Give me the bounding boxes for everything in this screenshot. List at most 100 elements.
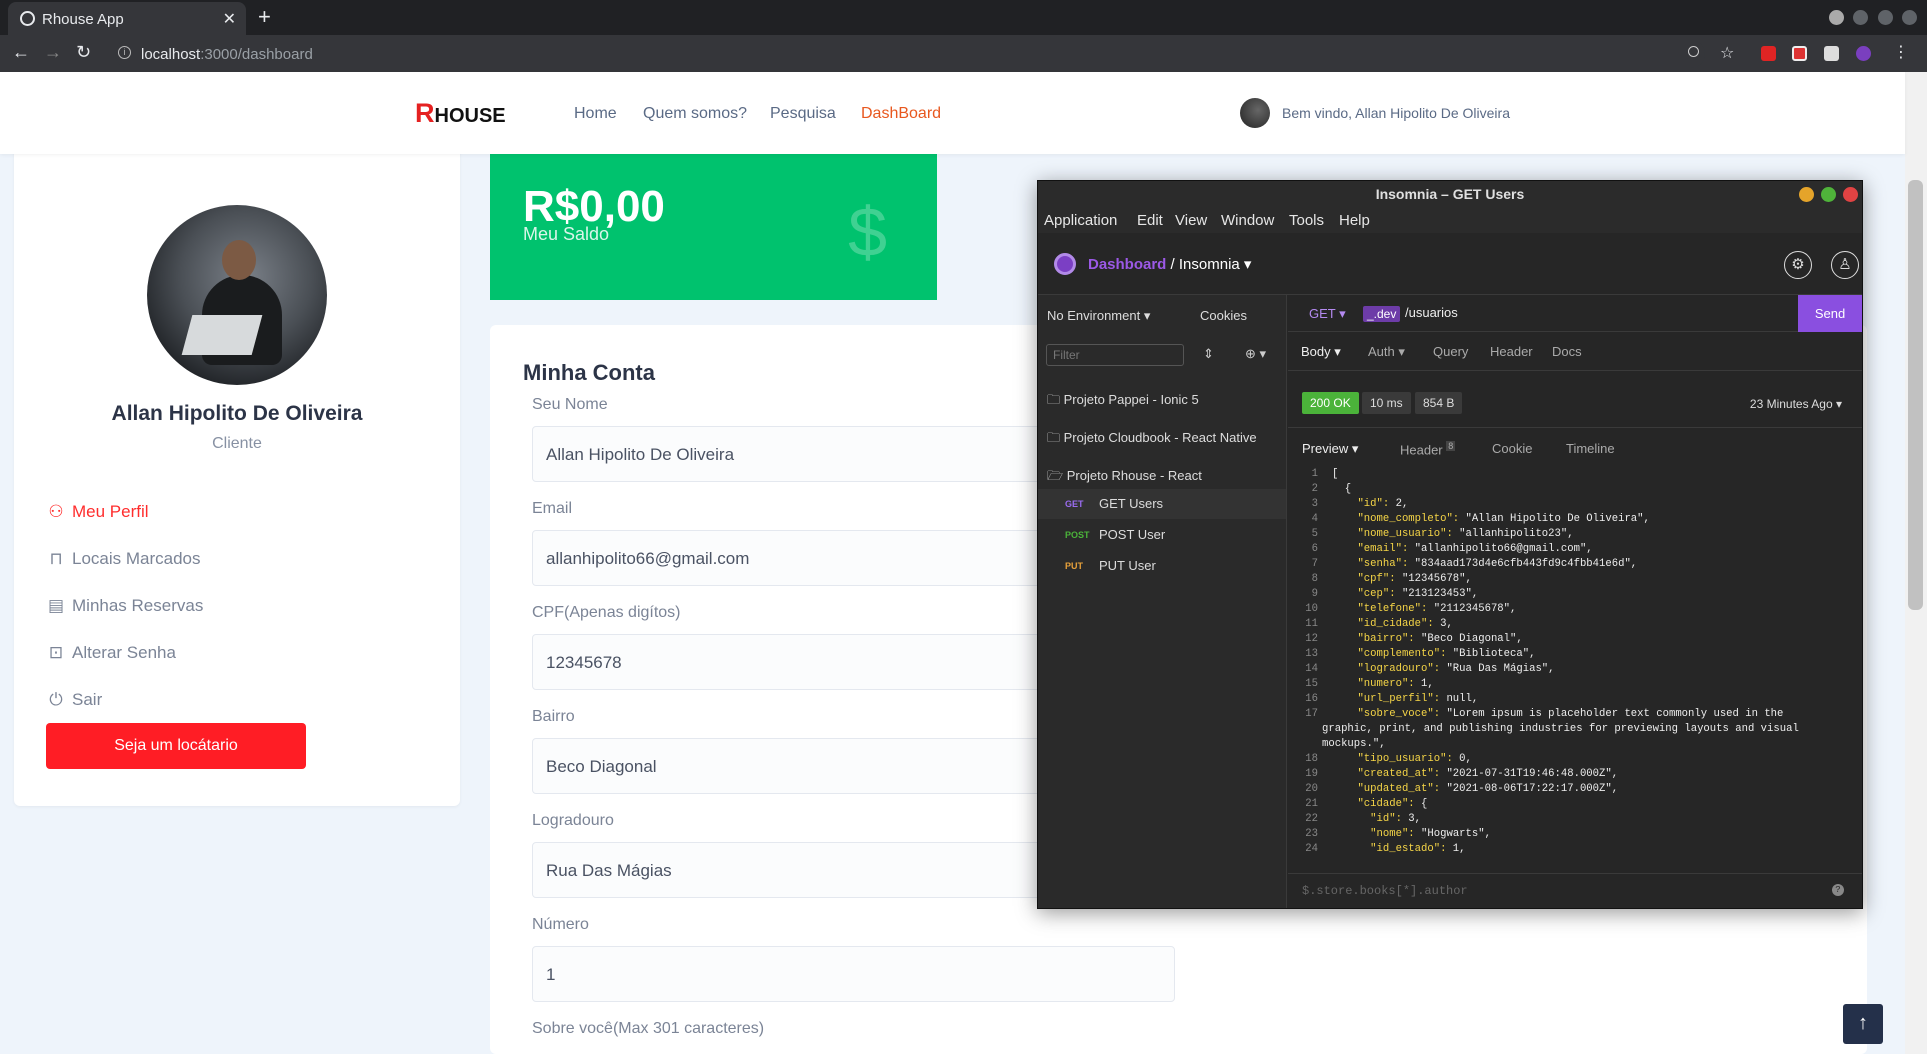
jsonpath-filter-input[interactable]: $.store.books[*].author? <box>1288 873 1862 908</box>
code-line: "id": 2, <box>1357 498 1409 510</box>
minimize-window-button[interactable] <box>1853 10 1868 25</box>
back-icon[interactable]: ← <box>12 42 30 63</box>
forward-icon[interactable]: → <box>44 42 62 63</box>
account-icon[interactable]: ♙ <box>1831 251 1859 279</box>
close-button[interactable] <box>1843 187 1858 202</box>
menu-item-logout[interactable]: ⏻ Sair <box>46 690 102 710</box>
cookies-button[interactable]: Cookies <box>1200 308 1247 323</box>
menu-tools[interactable]: Tools <box>1289 212 1324 229</box>
line-number: 6 <box>1311 543 1318 555</box>
menu-help[interactable]: Help <box>1339 212 1370 229</box>
request-get-users[interactable]: GET GET Users <box>1038 489 1286 519</box>
balance-card: R$0,00 Meu Saldo $ <box>490 152 937 300</box>
scrollbar-thumb[interactable] <box>1908 180 1923 610</box>
menu-item-reservations[interactable]: ▤ Minhas Reservas <box>46 596 203 616</box>
browser-tab[interactable]: Rhouse App ✕ <box>8 2 246 35</box>
profile-name: Allan Hipolito De Oliveira <box>111 402 363 425</box>
scroll-to-top-button[interactable]: ↑ <box>1843 1004 1883 1044</box>
tab-cookie[interactable]: Cookie <box>1492 441 1532 456</box>
nav-about[interactable]: Quem somos? <box>643 105 747 123</box>
folder-cloudbook[interactable]: 🗀 Projeto Cloudbook - React Native <box>1047 429 1257 451</box>
method-select[interactable]: GET ▾ <box>1309 306 1346 322</box>
code-line: "complemento": "Biblioteca", <box>1357 648 1536 660</box>
code-line: "sobre_voce": "Lorem ipsum is placeholde… <box>1357 708 1784 720</box>
tab-header[interactable]: Header <box>1490 344 1533 359</box>
sort-icon[interactable]: ⇕ <box>1203 346 1214 362</box>
star-icon[interactable]: ☆ <box>1720 43 1734 63</box>
nav-dashboard[interactable]: DashBoard <box>861 105 941 123</box>
youtube-extension-icon[interactable] <box>1761 46 1776 61</box>
url-host: localhost <box>141 46 201 63</box>
key-icon[interactable] <box>1688 46 1699 57</box>
folder-rhouse[interactable]: 🗁 Projeto Rhouse - React <box>1047 467 1202 489</box>
logradouro-label: Logradouro <box>532 812 614 829</box>
menu-item-profile[interactable]: ⚇ Meu Perfil <box>46 502 148 522</box>
tab-body[interactable]: Body ▾ <box>1301 344 1341 360</box>
extension-icon[interactable] <box>1792 46 1807 61</box>
tab-query[interactable]: Query <box>1433 344 1468 359</box>
request-url-bar[interactable]: GET ▾ _.dev /usuarios Send <box>1288 295 1862 332</box>
response-preview[interactable]: 1 [2 {3 "id": 2, 4 "nome_completo": "Allan… <box>1288 465 1862 868</box>
time-badge: 10 ms <box>1362 392 1411 414</box>
tab-response-header[interactable]: Header 8 <box>1400 441 1456 457</box>
become-renter-button[interactable]: Seja um locátario <box>46 723 306 769</box>
info-icon[interactable]: i <box>118 46 131 59</box>
add-request-icon[interactable]: ⊕ ▾ <box>1245 346 1266 362</box>
menu-item-change-password[interactable]: ⊡ Alterar Senha <box>46 643 176 663</box>
puzzle-icon[interactable] <box>1824 46 1839 61</box>
folder-pappei[interactable]: 🗀 Projeto Pappei - Ionic 5 <box>1047 391 1199 413</box>
new-tab-icon[interactable]: + <box>258 4 271 30</box>
close-window-button[interactable] <box>1902 10 1917 25</box>
address-bar[interactable]: i localhost:3000/dashboard <box>115 40 1705 68</box>
insomnia-menubar: Application Edit View Window Tools Help <box>1038 208 1862 233</box>
line-number: 18 <box>1305 753 1318 765</box>
globe-icon <box>20 11 35 26</box>
code-line: "numero": 1, <box>1357 678 1434 690</box>
kebab-menu-icon[interactable]: ⋮ <box>1893 42 1909 62</box>
profile-icon[interactable] <box>1856 46 1871 61</box>
code-line: "cep": "213123453", <box>1357 588 1479 600</box>
request-path[interactable]: /usuarios <box>1405 305 1458 320</box>
environment-select[interactable]: No Environment ▾ <box>1047 308 1150 324</box>
send-button[interactable]: Send <box>1798 295 1862 332</box>
code-line: "updated_at": "2021-08-06T17:22:17.000Z"… <box>1357 783 1619 795</box>
tab-auth[interactable]: Auth ▾ <box>1368 344 1405 360</box>
tab-search-icon[interactable] <box>1829 10 1844 25</box>
menu-edit[interactable]: Edit <box>1137 212 1163 229</box>
settings-gear-icon[interactable]: ⚙ <box>1784 251 1812 279</box>
help-icon[interactable]: ? <box>1832 884 1844 896</box>
history-dropdown[interactable]: 23 Minutes Ago ▾ <box>1750 397 1842 411</box>
filter-input[interactable]: Filter <box>1046 344 1184 366</box>
menu-window[interactable]: Window <box>1221 212 1274 229</box>
maximize-window-button[interactable] <box>1878 10 1893 25</box>
profile-role: Cliente <box>212 435 262 452</box>
maximize-button[interactable] <box>1821 187 1836 202</box>
close-tab-icon[interactable]: ✕ <box>223 9 236 29</box>
nav-search[interactable]: Pesquisa <box>770 105 836 123</box>
profile-avatar <box>147 205 327 385</box>
numero-input[interactable]: 1 <box>532 946 1175 1002</box>
tab-docs[interactable]: Docs <box>1552 344 1582 359</box>
line-number: 21 <box>1305 798 1318 810</box>
reload-icon[interactable]: ↻ <box>76 42 91 63</box>
tab-timeline[interactable]: Timeline <box>1566 441 1615 456</box>
minimize-button[interactable] <box>1799 187 1814 202</box>
avatar[interactable] <box>1240 98 1270 128</box>
menu-application[interactable]: Application <box>1044 212 1117 229</box>
code-line: "cidade": { <box>1357 798 1428 810</box>
code-line: "created_at": "2021-07-31T19:46:48.000Z"… <box>1357 768 1619 780</box>
line-number: 20 <box>1305 783 1318 795</box>
insomnia-header: Dashboard / Insomnia ▾ ⚙ ♙ <box>1038 233 1862 295</box>
request-put-user[interactable]: PUT PUT User <box>1038 551 1286 581</box>
size-badge: 854 B <box>1415 392 1463 414</box>
insomnia-main: GET ▾ _.dev /usuarios Send Body ▾ Auth ▾… <box>1288 295 1862 908</box>
nav-home[interactable]: Home <box>574 105 617 123</box>
request-post-user[interactable]: POST POST User <box>1038 520 1286 550</box>
line-number: 23 <box>1305 828 1318 840</box>
menu-item-saved-places[interactable]: ⊓ Locais Marcados <box>46 549 200 569</box>
url-path: :3000/dashboard <box>200 46 313 63</box>
logo[interactable]: RHOUSE <box>415 98 506 129</box>
breadcrumb[interactable]: Dashboard / Insomnia ▾ <box>1088 255 1251 273</box>
tab-preview[interactable]: Preview ▾ <box>1302 441 1358 457</box>
menu-view[interactable]: View <box>1175 212 1207 229</box>
